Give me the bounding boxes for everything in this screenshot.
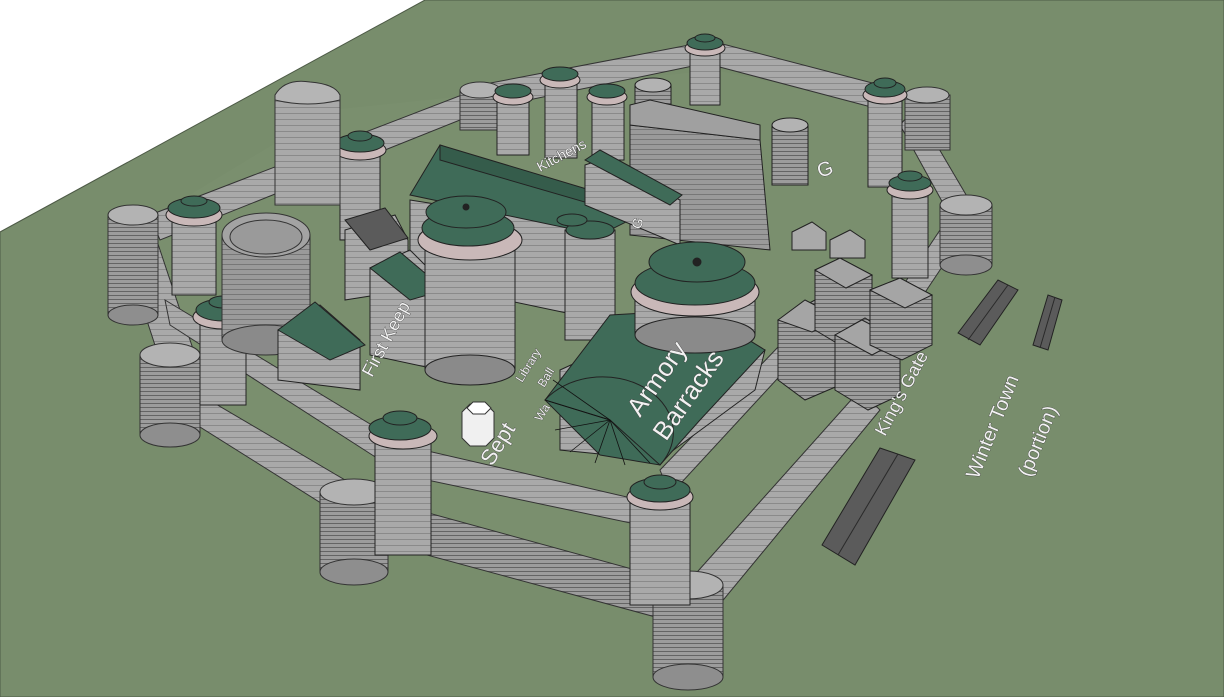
broken-tower [274, 80, 341, 206]
castle-model-view: First Keep Kitchens Library Ball Wa Sept… [0, 0, 1224, 697]
central-keep-tower [417, 195, 523, 386]
